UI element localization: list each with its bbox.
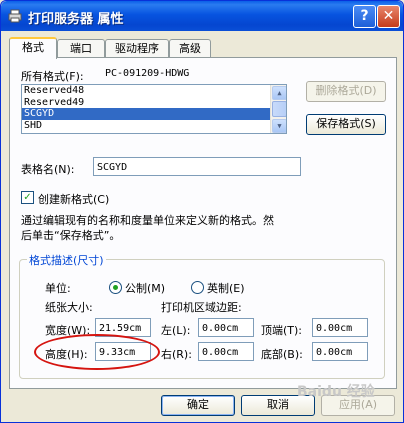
- metric-radio[interactable]: [109, 281, 122, 294]
- watermark: Baidu 经验: [297, 384, 375, 400]
- english-label: 英制(E): [207, 282, 245, 295]
- margins-label: 打印机区域边距:: [161, 301, 242, 314]
- bottom-margin-input[interactable]: 0.00cm: [312, 342, 368, 361]
- tab-advanced[interactable]: 高级: [169, 39, 211, 57]
- create-new-checkbox[interactable]: ✓: [21, 191, 34, 204]
- formats-listbox[interactable]: Reserved48 Reserved49 SCGYD SHD ▲ ▼: [21, 84, 287, 134]
- create-new-label: 创建新格式(C): [38, 193, 110, 206]
- tab-ports[interactable]: 端口: [57, 39, 105, 57]
- form-name-input[interactable]: SCGYD: [93, 157, 301, 176]
- list-item[interactable]: SHD: [22, 120, 286, 132]
- left-margin-input[interactable]: 0.00cm: [198, 318, 254, 337]
- english-radio[interactable]: [191, 281, 204, 294]
- window-title: 打印服务器 属性: [28, 12, 124, 27]
- scroll-down-icon[interactable]: ▼: [272, 119, 286, 133]
- help-button[interactable]: ?: [353, 5, 376, 28]
- scroll-up-icon[interactable]: ▲: [272, 86, 286, 100]
- group-title: 格式描述(尺寸): [27, 252, 106, 268]
- description-line-2: 后单击“保存格式”。: [21, 229, 121, 242]
- printer-icon: [8, 9, 22, 23]
- description-line-1: 通过编辑现有的名称和度量单位来定义新的格式。然: [21, 214, 274, 227]
- right-margin-label: 右(R):: [161, 348, 192, 361]
- top-margin-label: 顶端(T):: [261, 324, 303, 337]
- left-margin-label: 左(L):: [161, 324, 191, 337]
- top-margin-input[interactable]: 0.00cm: [312, 318, 368, 337]
- listbox-scrollbar[interactable]: ▲ ▼: [270, 85, 286, 133]
- scroll-thumb[interactable]: [272, 101, 286, 117]
- list-item[interactable]: Reserved48: [22, 85, 286, 97]
- right-margin-input[interactable]: 0.00cm: [198, 342, 254, 361]
- annotation-circle: [34, 334, 160, 370]
- save-format-button[interactable]: 保存格式(S): [306, 114, 386, 135]
- form-name-label: 表格名(N):: [21, 163, 75, 176]
- ok-button[interactable]: 确定: [161, 395, 235, 416]
- formats-list-label: 所有格式(F):: [21, 70, 84, 83]
- list-item[interactable]: Reserved49: [22, 97, 286, 109]
- tab-drivers[interactable]: 驱动程序: [105, 39, 169, 57]
- printer-server-properties-dialog: 打印服务器 属性 ? ✕ 格式 端口 驱动程序 高级 所有格式(F): PC-0…: [0, 0, 404, 423]
- paper-size-label: 纸张大小:: [45, 301, 93, 314]
- bottom-margin-label: 底部(B):: [261, 348, 303, 361]
- delete-format-button[interactable]: 删除格式(D): [306, 81, 386, 102]
- list-item-selected[interactable]: SCGYD: [22, 108, 286, 120]
- tab-formats[interactable]: 格式: [9, 37, 57, 59]
- title-bar: 打印服务器 属性 ? ✕: [1, 1, 403, 31]
- close-button[interactable]: ✕: [377, 5, 400, 28]
- server-name: PC-091209-HDWG: [105, 68, 190, 79]
- unit-label: 单位:: [45, 282, 71, 295]
- metric-label: 公制(M): [125, 282, 166, 295]
